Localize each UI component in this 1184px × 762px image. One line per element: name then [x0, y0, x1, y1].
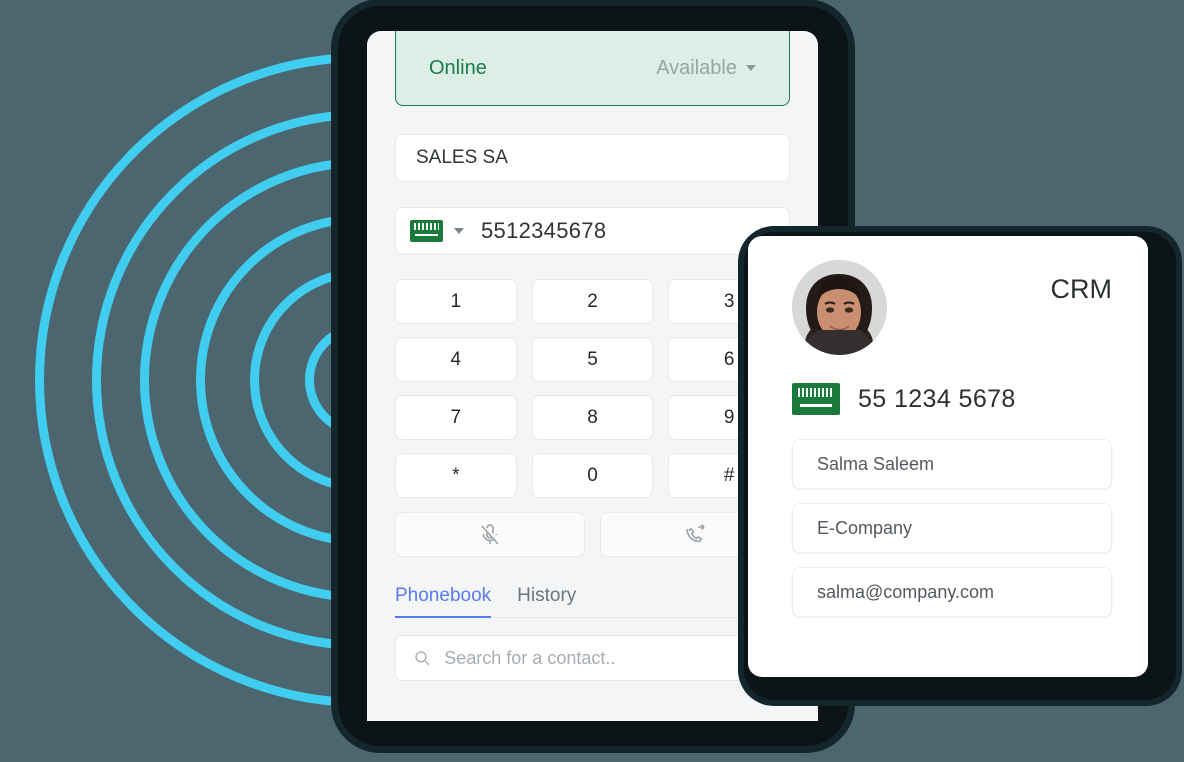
crm-header: CRM [792, 260, 1112, 355]
screenshot-stage: Online Available SALES SA 5512345678 1 2 [0, 0, 1184, 762]
call-transfer-icon [686, 523, 705, 542]
dialpad-key[interactable]: 8 [531, 395, 654, 440]
contact-email-field[interactable]: salma@company.com [792, 567, 1112, 617]
contact-search[interactable] [395, 635, 790, 681]
crm-phone-row: 55 1234 5678 [792, 383, 1112, 415]
dialpad-key[interactable]: 5 [531, 337, 654, 382]
dialpad-key[interactable]: 0 [531, 453, 654, 498]
dialpad-key[interactable]: 1 [395, 279, 517, 324]
saudi-arabia-flag-icon [792, 383, 840, 415]
search-input[interactable] [444, 647, 772, 669]
call-actions [395, 512, 790, 557]
dialpad-key[interactable]: * [395, 453, 517, 498]
contact-name-field[interactable]: Salma Saleem [792, 439, 1112, 489]
microphone-muted-icon [481, 523, 499, 545]
phone-number-input[interactable]: 5512345678 [395, 207, 790, 255]
dialpad-key[interactable]: 7 [395, 395, 517, 440]
crm-phone-number: 55 1234 5678 [858, 384, 1016, 413]
dialpad: 1 2 3 4 5 6 7 8 9 * 0 # [395, 279, 790, 498]
dialpad-key[interactable]: 2 [531, 279, 654, 324]
tab-history[interactable]: History [517, 585, 576, 617]
dialed-number: 5512345678 [481, 218, 607, 243]
account-value: SALES SA [416, 147, 508, 168]
contact-avatar [792, 260, 887, 355]
availability-selector[interactable]: Available [656, 57, 756, 80]
dialpad-key[interactable]: 4 [395, 337, 517, 382]
presence-label: Online [429, 56, 487, 79]
tab-phonebook[interactable]: Phonebook [395, 585, 492, 618]
saudi-arabia-flag-icon [410, 220, 443, 242]
chevron-down-icon[interactable] [454, 228, 464, 234]
crm-fields: Salma Saleem E-Company salma@company.com [792, 439, 1112, 617]
account-field[interactable]: SALES SA [395, 134, 790, 182]
chevron-down-icon [746, 65, 756, 71]
crm-title: CRM [1050, 274, 1113, 304]
contact-company-field[interactable]: E-Company [792, 503, 1112, 553]
avatar-photo [792, 260, 887, 355]
search-icon [415, 651, 430, 666]
availability-label: Available [656, 56, 737, 79]
crm-card: CRM 55 1234 5678 Salma Saleem E-Company … [748, 236, 1148, 677]
mute-button[interactable] [395, 512, 585, 557]
panel-tabs: Phonebook History [395, 585, 790, 618]
presence-status-bar[interactable]: Online Available [395, 31, 790, 106]
